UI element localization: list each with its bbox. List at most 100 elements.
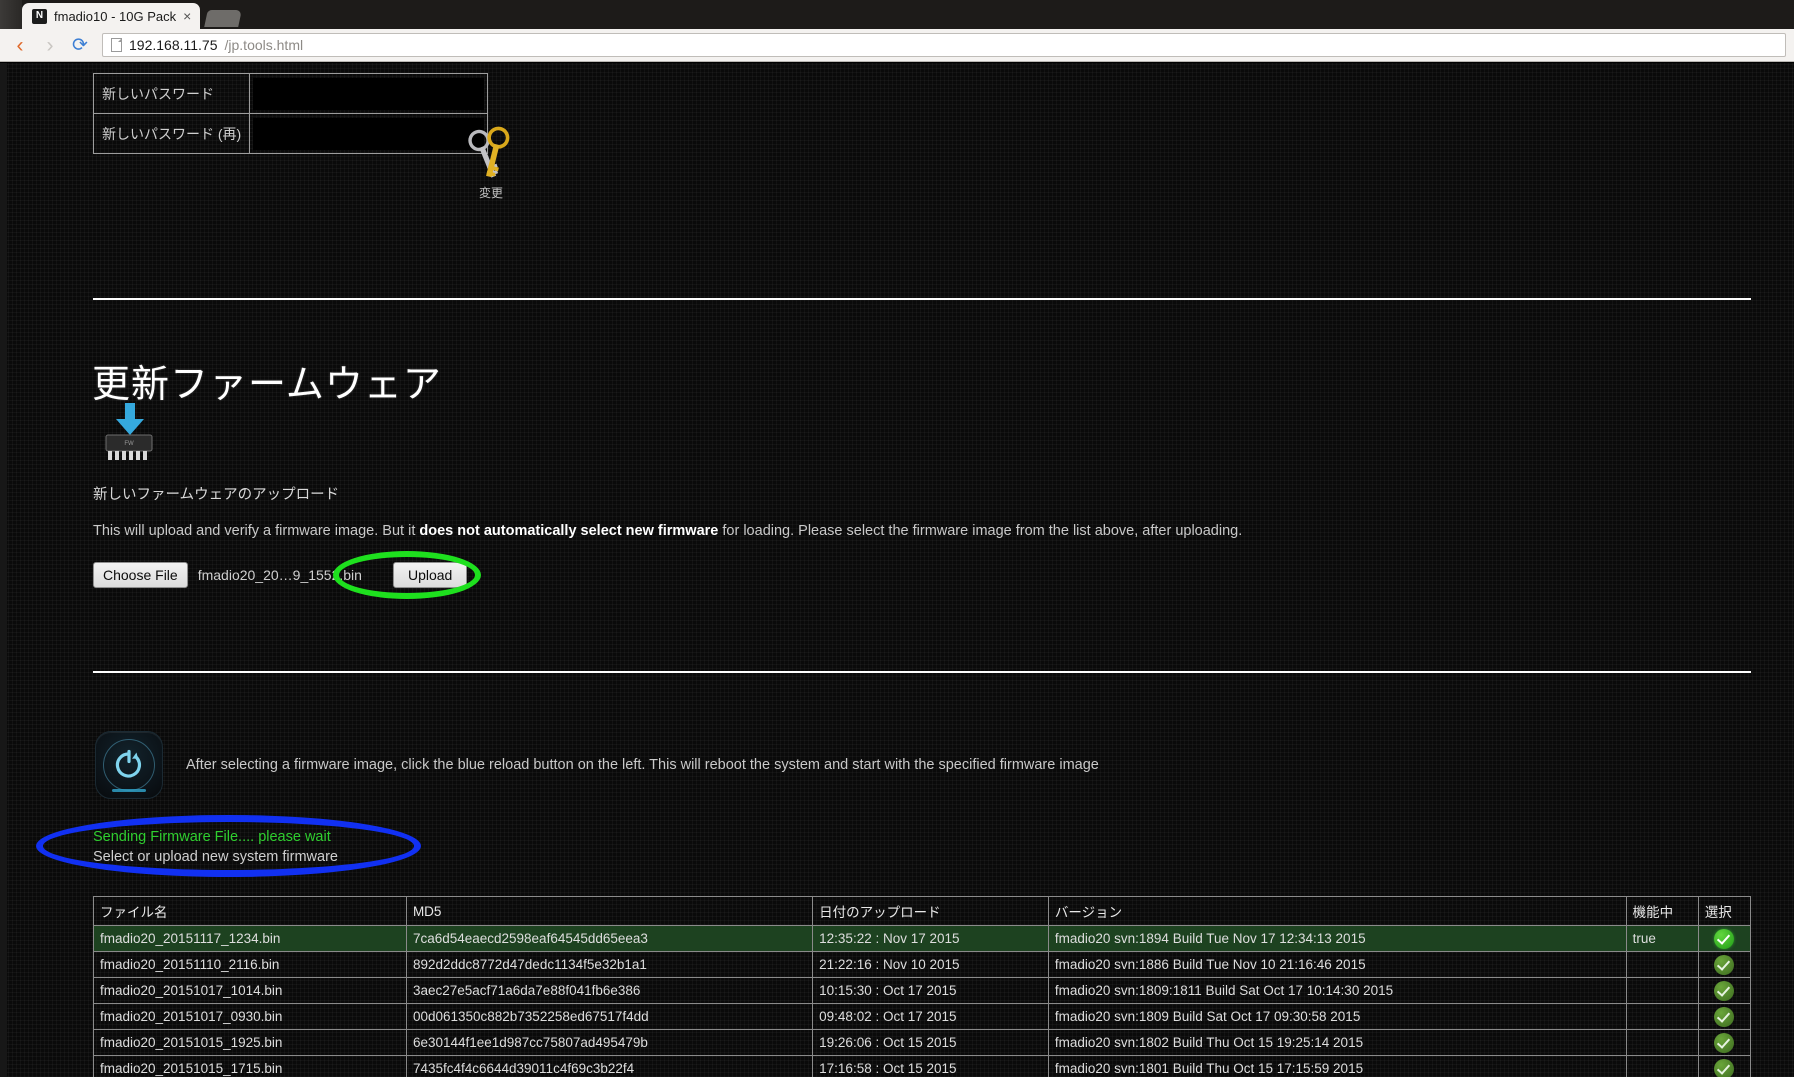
cell-filename: fmadio20_20151117_1234.bin bbox=[93, 925, 407, 952]
cell-filename: fmadio20_20151015_1925.bin bbox=[93, 1029, 407, 1056]
select-firmware-check-icon[interactable] bbox=[1714, 1032, 1735, 1053]
cell-md5: 00d061350c882b7352258ed67517f4dd bbox=[405, 1003, 814, 1030]
table-row[interactable]: fmadio20_20151017_0930.bin 00d061350c882b… bbox=[93, 1003, 1752, 1030]
cell-date: 09:48:02 : Oct 17 2015 bbox=[812, 1003, 1049, 1030]
firmware-chip-download-icon: FW bbox=[105, 403, 153, 460]
page-info-icon bbox=[111, 38, 122, 52]
cell-select bbox=[1697, 951, 1752, 978]
cell-md5: 7ca6d54eaecd2598eaf64545dd65eea3 bbox=[405, 925, 814, 952]
reload-section: After selecting a firmware image, click … bbox=[95, 731, 1099, 799]
selected-file-name: fmadio20_20…9_1552.bin bbox=[197, 567, 362, 584]
cell-filename: fmadio20_20151110_2116.bin bbox=[93, 951, 407, 978]
divider-top bbox=[93, 298, 1751, 300]
cell-active bbox=[1625, 977, 1699, 1004]
cell-active bbox=[1625, 1003, 1699, 1030]
cell-md5: 892d2ddc8772d47dedc1134f5e32b1a1 bbox=[405, 951, 814, 978]
header-date: 日付のアップロード bbox=[812, 896, 1049, 926]
choose-file-button[interactable]: Choose File bbox=[93, 562, 188, 589]
table-row: 新しいパスワード (再) bbox=[92, 113, 489, 154]
reload-instruction-text: After selecting a firmware image, click … bbox=[186, 757, 1099, 773]
firmware-page: 新しいパスワード 新しいパスワード (再) 変更 更新ファームウェア FW 新し… bbox=[0, 63, 1794, 1077]
select-firmware-check-icon[interactable] bbox=[1714, 980, 1735, 1001]
change-password-button[interactable]: 変更 bbox=[456, 125, 526, 201]
description-pre: This will upload and verify a firmware i… bbox=[93, 523, 420, 539]
page-left-edge bbox=[0, 63, 7, 1077]
tab-title: fmadio10 - 10G Pack bbox=[54, 8, 177, 24]
cell-select bbox=[1697, 925, 1752, 952]
upload-description: This will upload and verify a firmware i… bbox=[93, 523, 1242, 539]
confirm-password-label: 新しいパスワード (再) bbox=[92, 113, 251, 154]
cell-version: fmadio20 svn:1886 Build Tue Nov 10 21:16… bbox=[1047, 951, 1627, 978]
cell-select bbox=[1697, 1029, 1752, 1056]
upload-controls: Choose File fmadio20_20…9_1552.bin Uploa… bbox=[93, 562, 468, 589]
cell-md5: 7435fc4f4c6644d39011c4f69c3b22f4 bbox=[405, 1055, 814, 1077]
cell-select bbox=[1697, 1003, 1752, 1030]
cell-version: fmadio20 svn:1802 Build Thu Oct 15 19:25… bbox=[1047, 1029, 1627, 1056]
new-password-input[interactable] bbox=[253, 77, 485, 110]
select-firmware-check-icon[interactable] bbox=[1714, 954, 1735, 975]
confirm-password-cell bbox=[249, 113, 489, 154]
cell-filename: fmadio20_20151017_0930.bin bbox=[93, 1003, 407, 1030]
reload-ring-decoration bbox=[103, 739, 155, 791]
browser-window: N fmadio10 - 10G Pack × ‹ › ⟳ 192.168.11… bbox=[0, 0, 1794, 1077]
cell-md5: 3aec27e5acf71a6da7e88f041fb6e386 bbox=[405, 977, 814, 1004]
reload-firmware-button[interactable] bbox=[95, 731, 163, 799]
new-password-label: 新しいパスワード bbox=[92, 73, 251, 114]
cell-version: fmadio20 svn:1894 Build Tue Nov 17 12:34… bbox=[1047, 925, 1627, 952]
new-password-cell bbox=[249, 73, 489, 114]
url-host: 192.168.11.75 bbox=[129, 37, 218, 53]
change-password-label: 変更 bbox=[478, 186, 503, 200]
password-form: 新しいパスワード 新しいパスワード (再) bbox=[92, 73, 489, 154]
navigation-bar: ‹ › ⟳ 192.168.11.75/jp.tools.html bbox=[0, 29, 1794, 62]
back-icon[interactable]: ‹ bbox=[10, 35, 30, 56]
firmware-table: ファイル名 MD5 日付のアップロード バージョン 機能中 選択 fmadio2… bbox=[93, 896, 1752, 1077]
favicon-icon: N bbox=[32, 8, 47, 24]
select-firmware-check-icon[interactable] bbox=[1714, 1006, 1735, 1027]
cell-version: fmadio20 svn:1809:1811 Build Sat Oct 17 … bbox=[1047, 977, 1627, 1004]
header-select: 選択 bbox=[1697, 896, 1752, 926]
table-row[interactable]: fmadio20_20151017_1014.bin 3aec27e5acf71a… bbox=[93, 977, 1752, 1004]
table-row[interactable]: fmadio20_20151117_1234.bin 7ca6d54eaecd25… bbox=[93, 925, 1752, 952]
keys-icon bbox=[468, 126, 510, 178]
header-filename: ファイル名 bbox=[93, 896, 407, 926]
select-firmware-check-icon[interactable] bbox=[1714, 1058, 1735, 1077]
address-bar[interactable]: 192.168.11.75/jp.tools.html bbox=[102, 33, 1786, 57]
new-tab-button[interactable] bbox=[204, 10, 243, 27]
forward-icon[interactable]: › bbox=[40, 35, 60, 56]
cell-date: 10:15:30 : Oct 17 2015 bbox=[812, 977, 1049, 1004]
table-row[interactable]: fmadio20_20151015_1925.bin 6e30144f1ee1d9… bbox=[93, 1029, 1752, 1056]
cell-version: fmadio20 svn:1809 Build Sat Oct 17 09:30… bbox=[1047, 1003, 1627, 1030]
cell-date: 19:26:06 : Oct 15 2015 bbox=[812, 1029, 1049, 1056]
header-md5: MD5 bbox=[405, 896, 814, 926]
tab-strip: N fmadio10 - 10G Pack × bbox=[0, 0, 1794, 29]
cell-date: 21:22:16 : Nov 10 2015 bbox=[812, 951, 1049, 978]
cell-md5: 6e30144f1ee1d987cc75807ad495479b bbox=[405, 1029, 814, 1056]
cell-date: 12:35:22 : Nov 17 2015 bbox=[812, 925, 1049, 952]
cell-select bbox=[1697, 977, 1752, 1004]
cell-date: 17:16:58 : Oct 15 2015 bbox=[812, 1055, 1049, 1077]
status-block: Sending Firmware File.... please wait Se… bbox=[93, 827, 338, 867]
url-path: /jp.tools.html bbox=[224, 37, 304, 53]
cell-version: fmadio20 svn:1801 Build Thu Oct 15 17:15… bbox=[1047, 1055, 1627, 1077]
status-hint: Select or upload new system firmware bbox=[93, 849, 338, 865]
close-icon[interactable]: × bbox=[183, 9, 191, 23]
cell-active bbox=[1625, 1055, 1699, 1077]
confirm-password-input[interactable] bbox=[253, 117, 485, 150]
reload-icon[interactable]: ⟳ bbox=[70, 36, 90, 55]
table-row: 新しいパスワード bbox=[92, 73, 489, 114]
header-version: バージョン bbox=[1047, 896, 1627, 926]
status-message: Sending Firmware File.... please wait bbox=[93, 829, 331, 845]
upload-subtitle: 新しいファームウェアのアップロード bbox=[93, 487, 340, 503]
page-title: 更新ファームウェア bbox=[92, 364, 442, 406]
table-row[interactable]: fmadio20_20151015_1715.bin 7435fc4f4c6644… bbox=[93, 1055, 1752, 1077]
table-row[interactable]: fmadio20_20151110_2116.bin 892d2ddc8772d4… bbox=[93, 951, 1752, 978]
upload-button[interactable]: Upload bbox=[392, 562, 468, 589]
description-bold: does not automatically select new firmwa… bbox=[419, 523, 719, 539]
divider-bottom bbox=[93, 671, 1751, 673]
cell-active bbox=[1625, 1029, 1699, 1056]
browser-tab[interactable]: N fmadio10 - 10G Pack × bbox=[22, 3, 201, 29]
table-header-row: ファイル名 MD5 日付のアップロード バージョン 機能中 選択 bbox=[93, 896, 1752, 926]
cell-filename: fmadio20_20151015_1715.bin bbox=[93, 1055, 407, 1077]
select-firmware-check-icon[interactable] bbox=[1714, 928, 1735, 949]
cell-active: true bbox=[1625, 925, 1699, 952]
